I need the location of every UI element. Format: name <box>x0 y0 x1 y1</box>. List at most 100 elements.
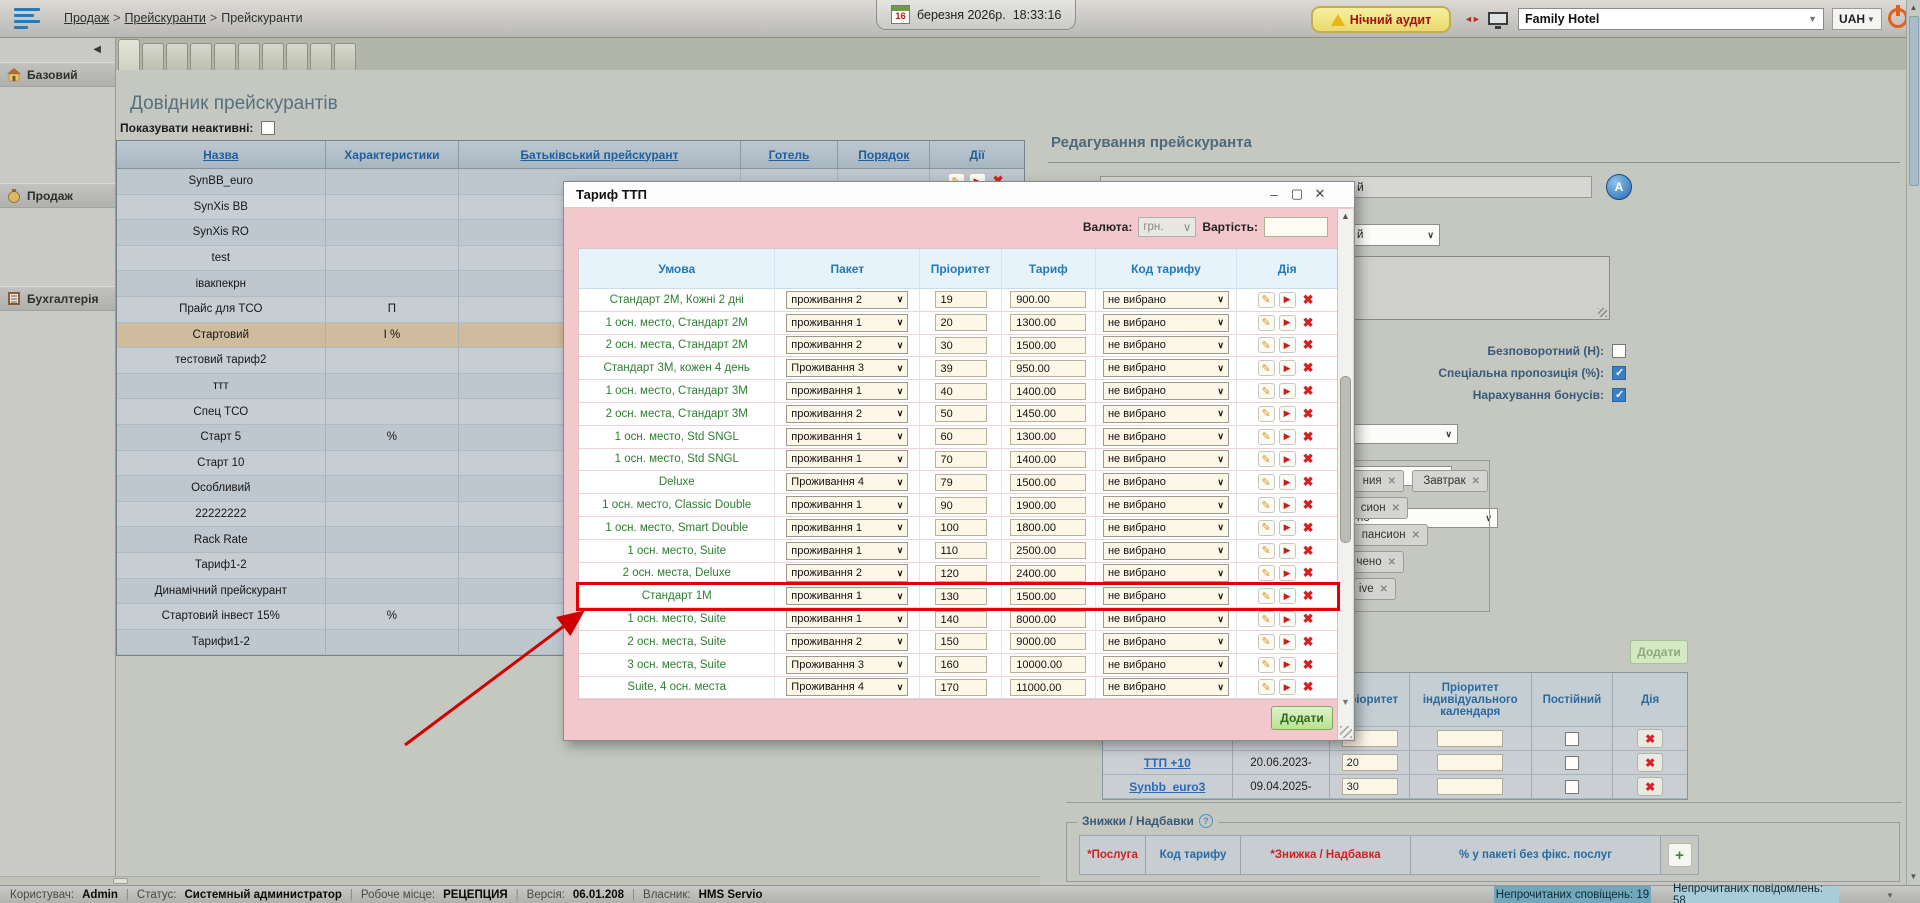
edit-icon[interactable]: ✎ <box>1258 474 1275 490</box>
priority-input[interactable]: 140 <box>935 611 987 628</box>
tariff-input[interactable]: 1450.00 <box>1010 405 1086 422</box>
power-icon[interactable] <box>1888 8 1908 28</box>
tariff-code-select[interactable]: не вибрано∨ <box>1103 519 1229 537</box>
copy-icon[interactable]: ▶ <box>1279 543 1296 559</box>
package-select[interactable]: проживання 1∨ <box>786 382 908 400</box>
breadcrumb-link-pricelists[interactable]: Прейскуранти <box>125 11 206 25</box>
edit-icon[interactable]: ✎ <box>1258 360 1275 376</box>
monitor-icon[interactable] <box>1488 12 1508 25</box>
tariff-code-select[interactable]: не вибрано∨ <box>1103 291 1229 309</box>
tariff-input[interactable]: 11000.00 <box>1010 679 1086 696</box>
tariff-input[interactable]: 1500.00 <box>1010 474 1086 491</box>
transfer-arrows-icon[interactable]: ◄► <box>1464 14 1480 24</box>
delete-icon[interactable]: ✖ <box>1300 360 1317 376</box>
tariff-input[interactable]: 1500.00 <box>1010 337 1086 354</box>
permanent-checkbox[interactable] <box>1565 780 1579 794</box>
edit-icon[interactable]: ✎ <box>1258 565 1275 581</box>
delete-icon[interactable]: ✖ <box>1300 292 1317 308</box>
tariff-code-select[interactable]: не вибрано∨ <box>1103 633 1229 651</box>
package-select[interactable]: проживання 1∨ <box>786 542 908 560</box>
checkbox[interactable] <box>1612 366 1626 380</box>
tariff-code-select[interactable]: не вибрано∨ <box>1103 678 1229 696</box>
priority-input[interactable]: 120 <box>935 565 987 582</box>
copy-icon[interactable]: ▶ <box>1279 588 1296 604</box>
sidebar-item[interactable] <box>0 277 115 283</box>
tariff-code-select[interactable]: не вибрано∨ <box>1103 473 1229 491</box>
chevron-down-icon[interactable]: ▼ <box>1886 891 1894 900</box>
edit-icon[interactable]: ✎ <box>1258 451 1275 467</box>
night-audit-button[interactable]: Нічний аудит <box>1311 6 1451 33</box>
package-select[interactable]: проживання 1∨ <box>786 450 908 468</box>
sidebar-collapse-icon[interactable]: ◀ <box>93 44 101 55</box>
delete-icon[interactable]: ✖ <box>1300 520 1317 536</box>
checkbox[interactable] <box>1612 344 1626 358</box>
package-select[interactable]: Проживання 4∨ <box>786 473 908 491</box>
tariff-input[interactable]: 900.00 <box>1010 291 1086 308</box>
delete-icon[interactable]: ✖ <box>1300 679 1317 695</box>
tariff-input[interactable]: 950.00 <box>1010 360 1086 377</box>
delete-icon[interactable]: ✖ <box>1300 406 1317 422</box>
tab[interactable] <box>190 43 212 70</box>
delete-icon[interactable]: ✖ <box>1300 565 1317 581</box>
priority-input[interactable]: 30 <box>1342 778 1398 795</box>
priority-input[interactable]: 70 <box>935 451 987 468</box>
tariff-link[interactable]: ТТП +10 <box>1144 756 1191 770</box>
column-header-order[interactable]: Порядок <box>838 141 930 168</box>
package-select[interactable]: проживання 2∨ <box>786 633 908 651</box>
tab[interactable] <box>118 39 140 70</box>
tab[interactable] <box>238 43 260 70</box>
currency-select[interactable]: UAH▼ <box>1832 8 1882 30</box>
tariff-code-select[interactable]: не вибрано∨ <box>1103 336 1229 354</box>
priority-input[interactable]: 60 <box>935 428 987 445</box>
delete-icon[interactable]: ✖ <box>1300 497 1317 513</box>
priority-input[interactable]: 39 <box>935 360 987 377</box>
priority-input[interactable]: 160 <box>935 656 987 673</box>
tariff-input[interactable]: 1300.00 <box>1010 314 1086 331</box>
sidebar-item[interactable] <box>0 174 115 180</box>
tariff-input[interactable]: 9000.00 <box>1010 633 1086 650</box>
tariff-code-select[interactable]: не вибрано∨ <box>1103 610 1229 628</box>
sidebar-section-accounting[interactable]: Бухгалтерія <box>0 286 115 311</box>
edit-icon[interactable]: ✎ <box>1258 520 1275 536</box>
messages-badge[interactable]: Непрочитаних повідомлень: 58 <box>1673 886 1839 903</box>
delete-icon[interactable]: ✖ <box>1300 383 1317 399</box>
copy-icon[interactable]: ▶ <box>1279 565 1296 581</box>
priority-input[interactable]: 130 <box>935 588 987 605</box>
edit-icon[interactable]: ✎ <box>1258 406 1275 422</box>
remove-tag-icon[interactable]: ✕ <box>1388 476 1396 487</box>
tariff-input[interactable]: 1500.00 <box>1010 588 1086 605</box>
edit-icon[interactable]: ✎ <box>1258 679 1275 695</box>
delete-icon[interactable]: ✖ <box>1637 729 1663 748</box>
package-select[interactable]: проживання 2∨ <box>786 336 908 354</box>
show-inactive-checkbox[interactable] <box>261 121 275 135</box>
edit-icon[interactable]: ✎ <box>1258 497 1275 513</box>
scrollbar-thumb[interactable] <box>113 878 128 884</box>
priority-input[interactable]: 19 <box>935 291 987 308</box>
tariff-code-select[interactable]: не вибрано∨ <box>1103 656 1229 674</box>
close-icon[interactable]: ✕ <box>1312 185 1328 203</box>
tab[interactable] <box>262 43 284 70</box>
delete-icon[interactable]: ✖ <box>1637 753 1663 772</box>
tariff-input[interactable]: 1400.00 <box>1010 451 1086 468</box>
copy-icon[interactable]: ▶ <box>1279 611 1296 627</box>
copy-icon[interactable]: ▶ <box>1279 474 1296 490</box>
copy-icon[interactable]: ▶ <box>1279 429 1296 445</box>
package-select[interactable]: проживання 1∨ <box>786 314 908 332</box>
priority-input[interactable]: 100 <box>935 519 987 536</box>
tab[interactable] <box>166 43 188 70</box>
tariff-input[interactable]: 1900.00 <box>1010 497 1086 514</box>
tariff-code-select[interactable]: не вибрано∨ <box>1103 405 1229 423</box>
tab[interactable] <box>334 43 356 70</box>
remove-tag-icon[interactable]: ✕ <box>1392 503 1400 514</box>
package-select[interactable]: проживання 1∨ <box>786 587 908 605</box>
tariff-code-select[interactable]: не вибрано∨ <box>1103 496 1229 514</box>
tariff-input[interactable]: 10000.00 <box>1010 656 1086 673</box>
resize-grip[interactable] <box>1340 726 1352 738</box>
tab[interactable] <box>310 43 332 70</box>
tariff-input[interactable]: 8000.00 <box>1010 611 1086 628</box>
edit-icon[interactable]: ✎ <box>1258 429 1275 445</box>
copy-icon[interactable]: ▶ <box>1279 406 1296 422</box>
delete-icon[interactable]: ✖ <box>1637 777 1663 796</box>
edit-icon[interactable]: ✎ <box>1258 657 1275 673</box>
tariff-code-select[interactable]: не вибрано∨ <box>1103 359 1229 377</box>
